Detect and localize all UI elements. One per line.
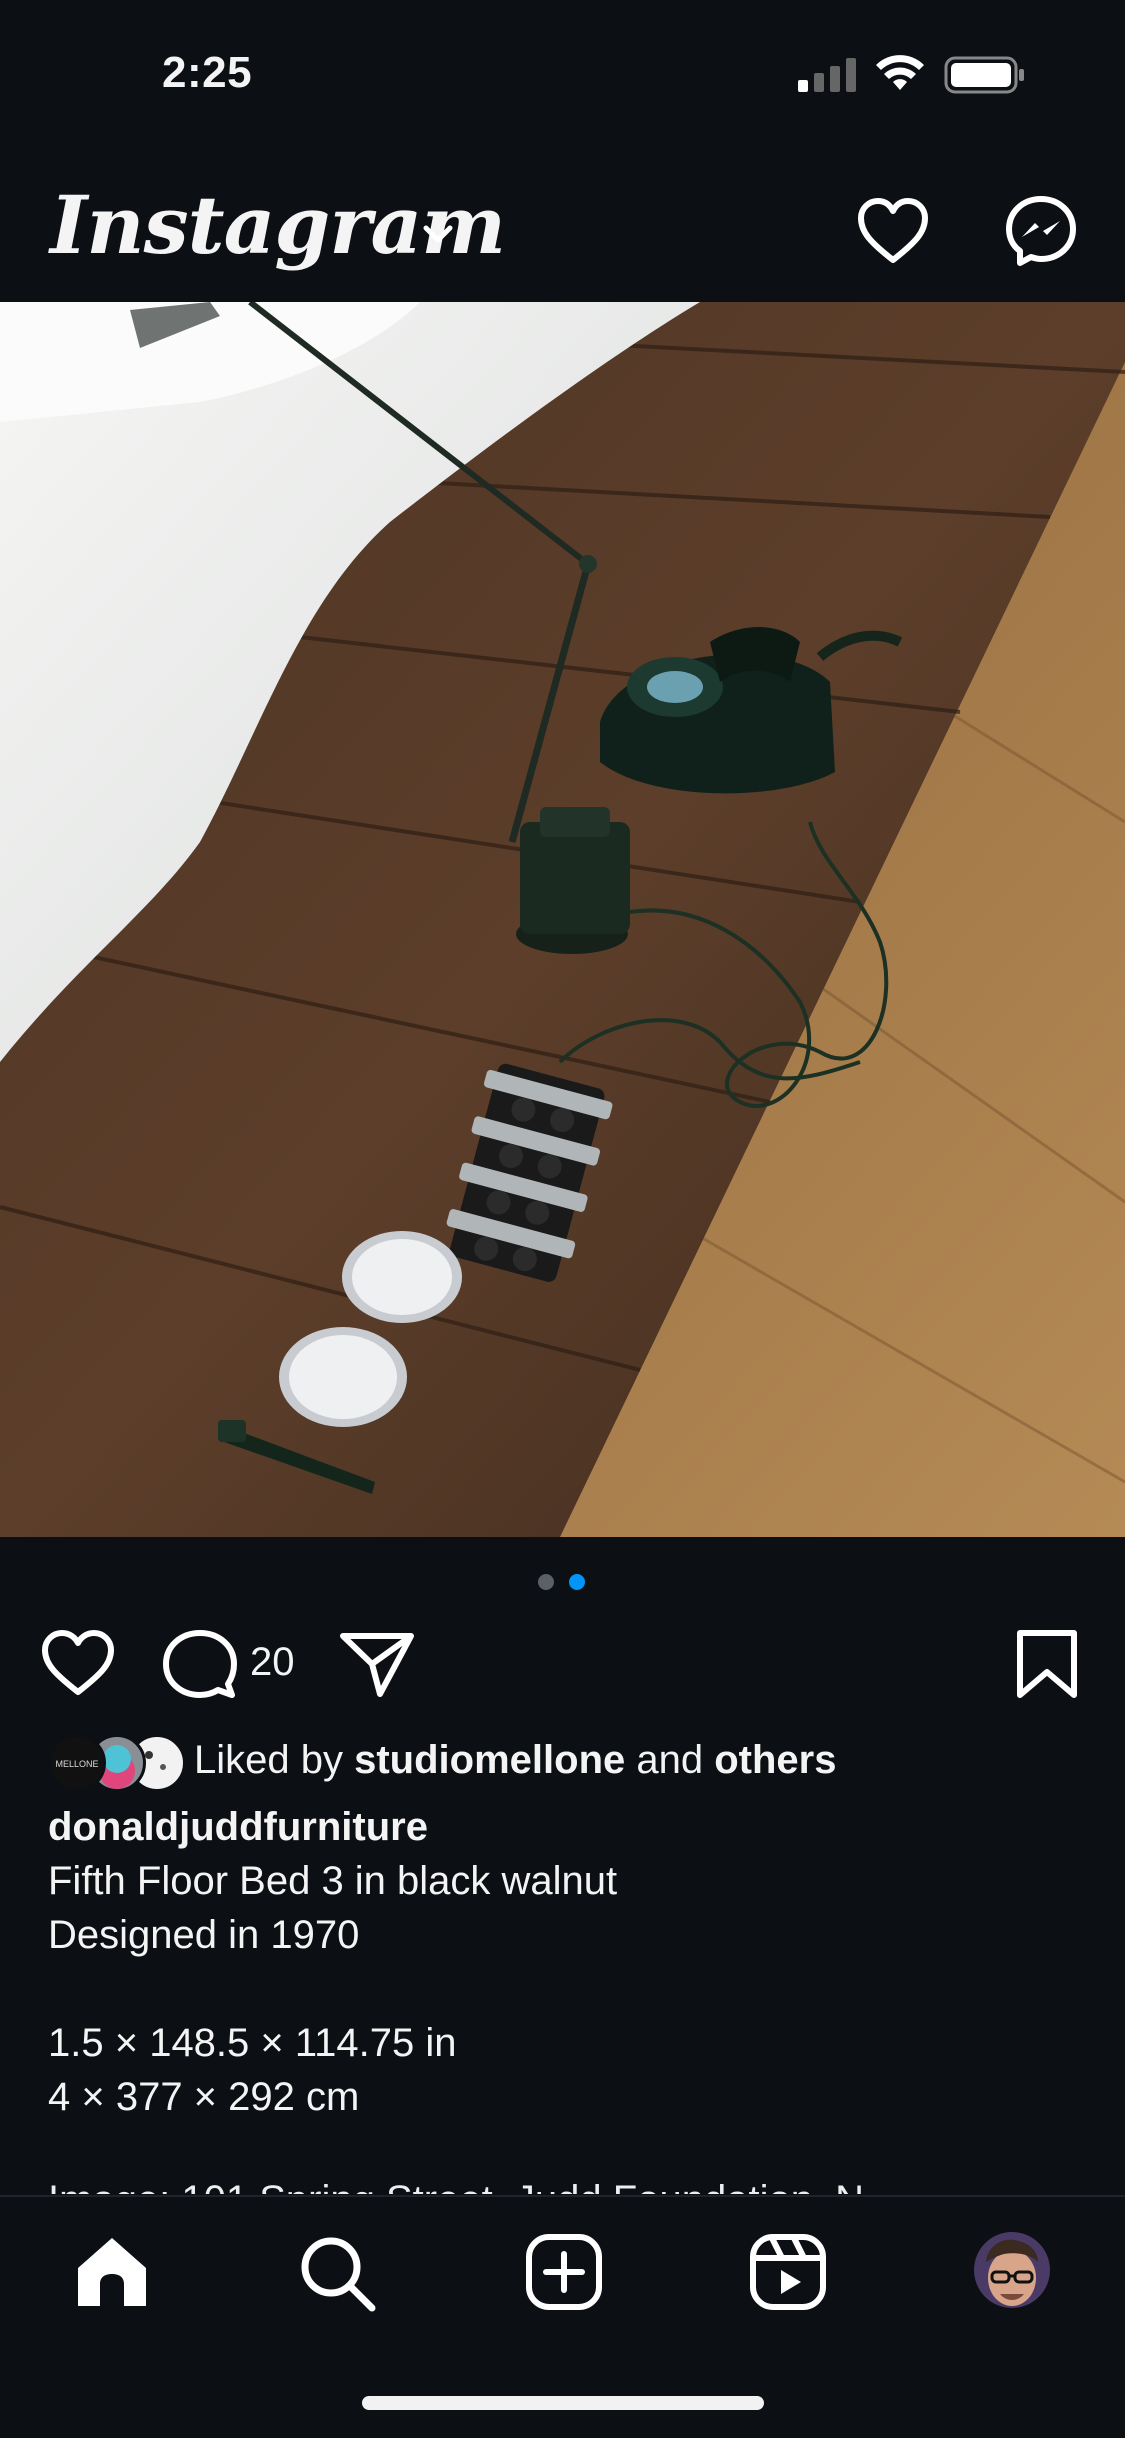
comment-icon[interactable] — [162, 1628, 238, 1700]
home-icon[interactable] — [74, 2234, 150, 2310]
battery-icon — [944, 56, 1024, 94]
add-icon[interactable] — [524, 2232, 604, 2312]
heart-icon[interactable] — [40, 1628, 116, 1698]
bookmark-icon[interactable] — [1014, 1628, 1080, 1700]
liked-by-middle: and — [625, 1738, 715, 1782]
caption-line: 4 × 377 × 292 cm — [48, 2075, 360, 2119]
wifi-icon — [876, 55, 924, 90]
chevron-down-icon[interactable] — [418, 214, 458, 254]
comment-count[interactable]: 20 — [250, 1640, 295, 1685]
avatar[interactable] — [974, 2232, 1050, 2308]
search-icon[interactable] — [298, 2234, 376, 2312]
liked-by-prefix: Liked by — [194, 1738, 355, 1782]
liked-by-text[interactable]: Liked by studiomellone and others — [194, 1738, 836, 1783]
avatar-text: MELLONE — [55, 1759, 98, 1769]
home-indicator — [362, 2396, 764, 2410]
carousel-dot-active — [569, 1574, 585, 1590]
liked-by-others[interactable]: others — [714, 1738, 836, 1782]
caption-line-cut: Image: 101 Spring Street, Judd Foundatio… — [48, 2178, 897, 2194]
send-icon[interactable] — [338, 1630, 416, 1700]
heart-icon[interactable] — [856, 196, 930, 266]
post-image[interactable] — [0, 302, 1125, 1537]
caption-line: Fifth Floor Bed 3 in black walnut — [48, 1859, 618, 1903]
cellular-signal-icon — [798, 58, 856, 92]
avatar: MELLONE — [48, 1734, 106, 1792]
reels-icon[interactable] — [748, 2232, 828, 2312]
post-photo-illustration — [0, 302, 1125, 1537]
status-time: 2:25 — [162, 48, 253, 97]
liked-by-avatars[interactable]: MELLONE — [48, 1734, 186, 1792]
caption-line: 1.5 × 148.5 × 114.75 in — [48, 2021, 457, 2065]
caption-username[interactable]: donaldjuddfurniture — [48, 1800, 617, 1854]
caption-line: Designed in 1970 — [48, 1913, 360, 1957]
liked-by-user[interactable]: studiomellone — [354, 1738, 625, 1782]
post-caption[interactable]: donaldjuddfurniture Fifth Floor Bed 3 in … — [48, 1800, 617, 2124]
carousel-dot — [538, 1574, 554, 1590]
messenger-icon[interactable] — [1004, 194, 1078, 268]
